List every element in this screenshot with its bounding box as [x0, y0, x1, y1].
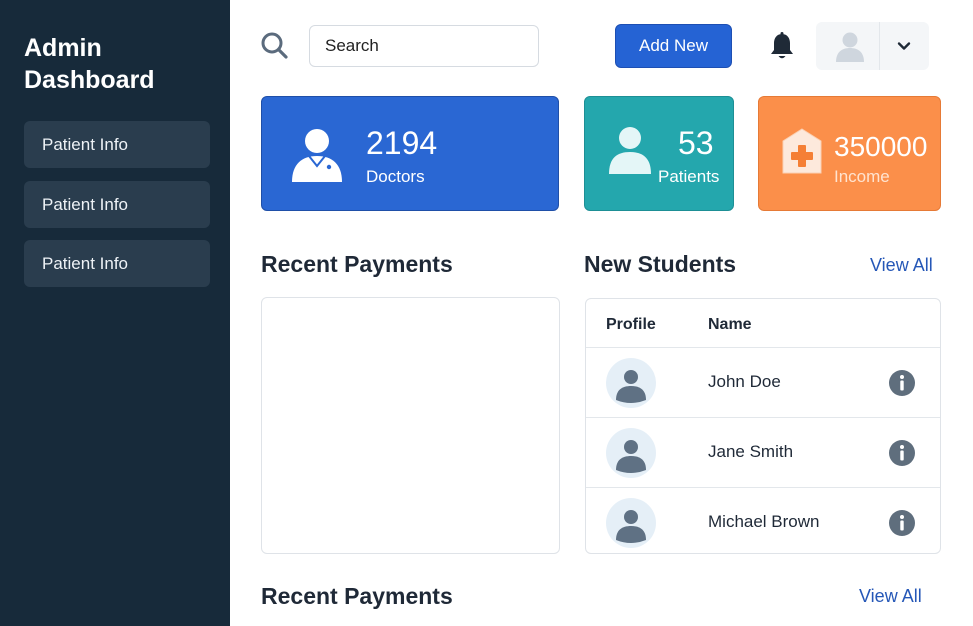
table-row[interactable]: Jane Smith [586, 417, 940, 487]
search-input[interactable] [309, 25, 539, 67]
stat-card-income: 350000 Income [758, 96, 941, 211]
sidebar-item-patient-info-1[interactable]: Patient Info [24, 121, 210, 168]
app-title-line2: Dashboard [24, 66, 155, 94]
stat-income-label: Income [834, 167, 890, 186]
table-row[interactable]: Michael Brown [586, 487, 940, 553]
user-menu[interactable] [816, 22, 929, 70]
recent-payments-bottom-title: Recent Payments [261, 583, 453, 609]
sidebar-item-patient-info-2[interactable]: Patient Info [24, 181, 210, 228]
stat-doctors-label: Doctors [366, 167, 425, 186]
hospital-icon [782, 128, 822, 174]
student-name: John Doe [708, 372, 781, 391]
stat-card-doctors: 2194 Doctors [261, 96, 559, 211]
stat-patients-label: Patients [658, 167, 720, 186]
stat-income-value: 350000 [834, 131, 928, 162]
user-menu-divider [879, 22, 880, 70]
bell-icon[interactable] [768, 31, 796, 61]
stat-card-patients: 53 Patients [584, 96, 734, 211]
add-new-button[interactable]: Add New [615, 24, 732, 68]
doctor-icon [292, 129, 342, 182]
recent-payments-view-all-link[interactable]: View All [859, 586, 922, 607]
chevron-down-icon[interactable] [896, 38, 912, 54]
info-icon[interactable] [888, 369, 916, 397]
sidebar: Admin Dashboard Patient Info Patient Inf… [0, 0, 230, 626]
patient-icon [609, 127, 651, 174]
recent-payments-title: Recent Payments [261, 251, 453, 277]
info-icon[interactable] [888, 509, 916, 537]
app-title: Admin Dashboard [24, 32, 214, 96]
student-name: Michael Brown [708, 512, 820, 531]
student-name: Jane Smith [708, 442, 794, 461]
profile-avatar-icon [606, 428, 656, 478]
table-row[interactable]: John Doe [586, 347, 940, 417]
profile-avatar-icon [606, 358, 656, 408]
info-icon[interactable] [888, 439, 916, 467]
column-header-profile: Profile [606, 316, 656, 333]
column-header-name: Name [708, 316, 752, 333]
recent-payments-panel [261, 297, 560, 554]
search-icon[interactable] [260, 31, 288, 59]
new-students-view-all-link[interactable]: View All [870, 255, 933, 276]
stat-doctors-value: 2194 [366, 125, 438, 161]
sidebar-item-patient-info-3[interactable]: Patient Info [24, 240, 210, 287]
new-students-title: New Students [584, 251, 737, 277]
new-students-table: Profile Name John Doe Jane Smith Michael… [585, 298, 941, 554]
profile-avatar-icon [606, 498, 656, 548]
user-avatar-icon [836, 32, 864, 62]
app-title-line1: Admin [24, 34, 102, 62]
stat-patients-value: 53 [678, 125, 714, 161]
